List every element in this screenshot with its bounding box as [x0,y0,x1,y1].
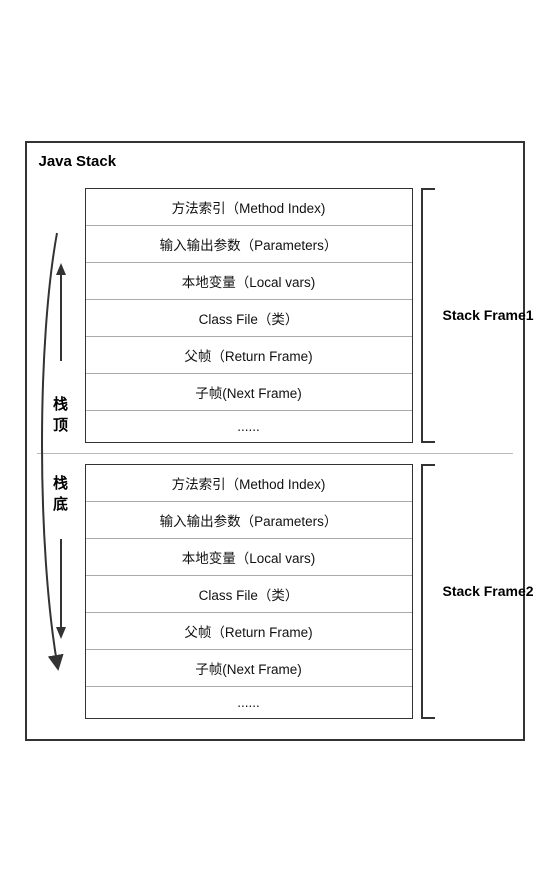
stack-frame2-section: 栈 底 方法索引（Method Index) 输入输出参数（Parameters… [37,454,513,729]
frame2-row-1: 输入输出参数（Parameters） [86,502,412,539]
frame1-row-4: 父帧（Return Frame) [86,337,412,374]
frame1-label-char2: 顶 [53,414,68,435]
frame1-side-label: 栈 顶 [37,188,85,443]
frame1-row-1: 输入输出参数（Parameters） [86,226,412,263]
stack-frame1-section: 栈 顶 方法索引（Method Index) 输入输出参数（Parameters… [37,178,513,454]
frame1-right-side: Stack Frame1 [413,188,513,443]
frame1-box: 方法索引（Method Index) 输入输出参数（Parameters） 本地… [85,188,413,443]
diagram-title: Java Stack [37,153,513,170]
frame2-label-char1: 栈 [53,472,68,493]
java-stack-diagram: Java Stack 栈 顶 方法索引（Method Index) 输入输出参数… [25,141,525,741]
frame2-row-6: ...... [86,687,412,718]
frame2-row-2: 本地变量（Local vars) [86,539,412,576]
frame2-row-0: 方法索引（Method Index) [86,465,412,502]
frame1-label: Stack Frame1 [443,307,534,325]
frame2-side-label: 栈 底 [37,464,85,719]
frame2-row-5: 子帧(Next Frame) [86,650,412,687]
frame1-row-3: Class File（类） [86,300,412,337]
frame1-row-5: 子帧(Next Frame) [86,374,412,411]
frame1-label-char1: 栈 [53,393,68,414]
frame2-row-4: 父帧（Return Frame) [86,613,412,650]
frame1-row-2: 本地变量（Local vars) [86,263,412,300]
frame2-label: Stack Frame2 [443,583,534,601]
frame1-row-0: 方法索引（Method Index) [86,189,412,226]
frame2-box: 方法索引（Method Index) 输入输出参数（Parameters） 本地… [85,464,413,719]
frame2-label-char2: 底 [53,493,68,514]
frame1-row-6: ...... [86,411,412,442]
frame2-row-3: Class File（类） [86,576,412,613]
frame2-right-side: Stack Frame2 [413,464,513,719]
